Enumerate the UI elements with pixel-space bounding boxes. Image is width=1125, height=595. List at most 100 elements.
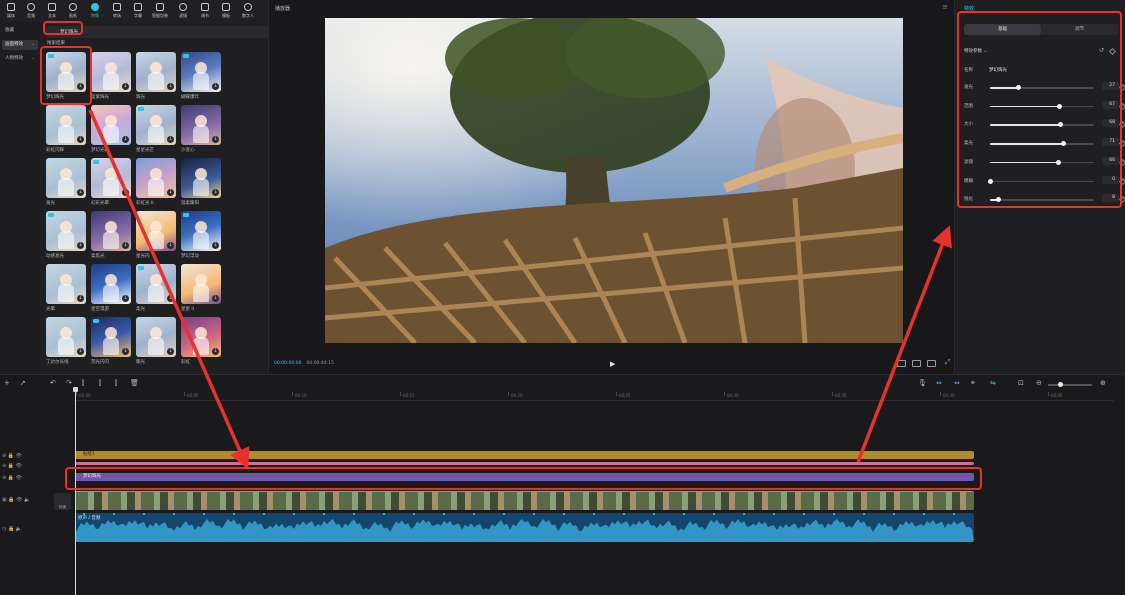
download-icon[interactable]: ↓	[212, 242, 219, 249]
auto-snap-icon[interactable]: ⇔	[954, 379, 960, 387]
effect-tile[interactable]: ↓	[181, 105, 221, 145]
overlay-track-controls[interactable]: ⊕ 🔒 👁	[2, 463, 22, 469]
effect-tile[interactable]: ↓	[136, 52, 176, 92]
effect-tile[interactable]: ↓	[181, 317, 221, 357]
toolbar-media[interactable]: 媒体	[0, 2, 22, 20]
snapshot-icon[interactable]: ⊡	[1018, 379, 1024, 387]
effect-tile[interactable]: ↓	[181, 264, 221, 304]
download-icon[interactable]: ↓	[167, 83, 174, 90]
effect-tile[interactable]: ↓	[91, 105, 131, 145]
effect-tile[interactable]: ↓	[91, 317, 131, 357]
zoom-slider-knob[interactable]	[1058, 382, 1063, 387]
download-icon[interactable]: ↓	[167, 189, 174, 196]
fit-icon[interactable]	[912, 360, 921, 367]
effect-tile[interactable]: ↓	[91, 52, 131, 92]
download-icon[interactable]: ↓	[77, 348, 84, 355]
download-icon[interactable]: ↓	[122, 136, 129, 143]
main-track-magnet-icon[interactable]: ⇔	[936, 379, 942, 387]
audio-track-controls[interactable]: ◷ 🔒 🔈	[2, 526, 22, 532]
video-track-controls[interactable]: ▣ 🔒 👁 🔈	[2, 497, 30, 503]
download-icon[interactable]: ↓	[167, 348, 174, 355]
download-icon[interactable]: ↓	[212, 295, 219, 302]
timeline-zoom-slider[interactable]	[1048, 382, 1092, 387]
zoom-out-icon[interactable]: ⊖	[1036, 379, 1042, 387]
video-preview[interactable]	[325, 18, 903, 343]
ruler-label: 00:15	[403, 393, 415, 398]
overlay-clip[interactable]	[75, 462, 974, 465]
effect-tile[interactable]: ↓	[136, 211, 176, 251]
split-icon[interactable]: ⫿	[82, 379, 84, 388]
effect-tile[interactable]: ↓	[91, 211, 131, 251]
effect-tile[interactable]: ↓	[91, 264, 131, 304]
select-tool-icon[interactable]: +	[4, 379, 10, 387]
effect-tile[interactable]: ↓	[91, 158, 131, 198]
download-icon[interactable]: ↓	[122, 348, 129, 355]
effect-tile[interactable]: ↓	[181, 211, 221, 251]
download-icon[interactable]: ↓	[167, 242, 174, 249]
quality-button[interactable]	[897, 360, 906, 367]
timeline-ruler[interactable]: 00:00 00:05 00:10 00:15 00:20 00:25 00:30 00:35…	[74, 392, 1114, 401]
download-icon[interactable]: ↓	[212, 136, 219, 143]
toolbar-sticker[interactable]: 贴纸	[62, 2, 84, 20]
trim-right-icon[interactable]: ⫿	[115, 379, 117, 388]
download-icon[interactable]: ↓	[212, 348, 219, 355]
redo-icon[interactable]: ↷	[66, 379, 72, 387]
toolbar-transition[interactable]: 转场	[106, 2, 128, 20]
trim-left-icon[interactable]: ⫿	[99, 379, 101, 388]
download-icon[interactable]: ↓	[167, 136, 174, 143]
video-clip[interactable]	[75, 491, 974, 510]
toolbar-subtitle[interactable]: 字幕	[127, 2, 149, 20]
aspect-ratio-button[interactable]	[927, 360, 936, 367]
playhead[interactable]	[75, 389, 76, 595]
download-icon[interactable]: ↓	[212, 189, 219, 196]
thumbnail-figure-body	[193, 125, 209, 143]
download-icon[interactable]: ↓	[212, 83, 219, 90]
effect-tile[interactable]: ↓	[136, 264, 176, 304]
toolbar-adjust[interactable]: 调节	[194, 2, 216, 20]
menu-icon[interactable]: ≡	[942, 3, 948, 11]
effect-tile[interactable]: ↓	[136, 158, 176, 198]
delete-icon[interactable]: 🗑	[130, 379, 139, 387]
effect-tile[interactable]: ↓	[181, 52, 221, 92]
undo-icon[interactable]: ↶	[50, 379, 56, 387]
effect-tile[interactable]: ↓	[46, 264, 86, 304]
download-icon[interactable]: ↓	[77, 295, 84, 302]
download-icon[interactable]: ↓	[122, 242, 129, 249]
effect-tile[interactable]: ↓	[136, 317, 176, 357]
effect-tile[interactable]: ↓	[46, 211, 86, 251]
sticker-track-controls[interactable]: ⊕ 🔒 👁	[2, 453, 22, 459]
toolbar-template[interactable]: 模板	[215, 2, 237, 20]
category-scene-effects[interactable]: 画面特效 ⌄	[2, 40, 38, 50]
category-favorites[interactable]: 收藏	[2, 26, 38, 36]
toolbar-filter[interactable]: 滤镜	[172, 2, 194, 20]
audio-clip[interactable]: 原声 / 音频	[75, 513, 974, 542]
sticker-clip[interactable]: 贴纸1	[75, 451, 974, 459]
toolbar-effects[interactable]: 特效	[84, 2, 106, 20]
download-icon[interactable]: ↓	[122, 83, 129, 90]
download-icon[interactable]: ↓	[167, 295, 174, 302]
cover-button[interactable]: 封面	[54, 493, 71, 510]
linkage-icon[interactable]: ⚭	[970, 379, 976, 387]
fullscreen-icon[interactable]: ⤢	[943, 359, 952, 367]
effect-tile[interactable]: ↓	[181, 158, 221, 198]
effect-tile[interactable]: ↓	[46, 158, 86, 198]
toolbar-text[interactable]: 文本	[41, 2, 63, 20]
zoom-in-icon[interactable]: ⊕	[1100, 379, 1106, 387]
effect-tile[interactable]: ↓	[46, 105, 86, 145]
download-icon[interactable]: ↓	[77, 242, 84, 249]
download-icon[interactable]: ↓	[77, 136, 84, 143]
download-icon[interactable]: ↓	[77, 189, 84, 196]
download-icon[interactable]: ↓	[122, 295, 129, 302]
download-icon[interactable]: ↓	[122, 189, 129, 196]
effect-tile[interactable]: ↓	[136, 105, 176, 145]
preview-axis-icon[interactable]: ⇋	[990, 379, 996, 387]
effect-tile[interactable]: ↓	[46, 317, 86, 357]
effect-track-controls[interactable]: ⊕ 🔒 👁	[2, 475, 22, 481]
microphone-icon[interactable]: 🎙	[918, 379, 927, 387]
category-person-effects[interactable]: 人物特效 ⌄	[2, 54, 38, 64]
toolbar-avatar[interactable]: 数字人	[237, 2, 259, 20]
play-button[interactable]: ▶	[610, 360, 615, 368]
toolbar-audio[interactable]: 音频	[20, 2, 42, 20]
pointer-tool-icon[interactable]: ➚	[20, 379, 26, 387]
toolbar-smart-pack[interactable]: 智能包装	[149, 2, 171, 20]
